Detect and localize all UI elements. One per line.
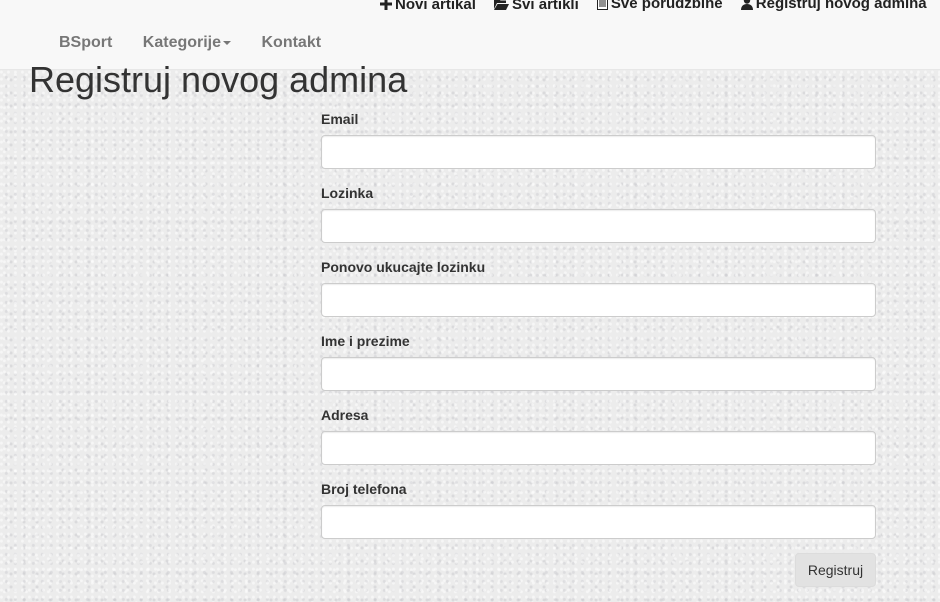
caret-down-icon [223,40,232,45]
register-admin-link[interactable]: Registruj novog admina [740,0,927,12]
all-orders-link[interactable]: Sve porudzbine [596,0,723,12]
plus-icon [380,0,392,10]
new-article-label: Novi artikal [395,0,476,13]
address-group: Adresa [321,407,876,466]
page-title: Registruj novog admina [29,59,408,100]
phone-label: Broj telefona [321,481,407,497]
all-articles-link[interactable]: Svi artikli [494,0,579,13]
categories-label: Kategorije [142,34,222,51]
all-articles-label: Svi artikli [512,0,579,13]
admin-links: Novi artikal Svi artikli Sve porudzbine … [380,0,940,14]
folder-open-icon [494,0,510,10]
categories-dropdown[interactable]: Kategorije [142,34,232,52]
contact-link[interactable]: Kontakt [261,34,321,52]
user-icon [740,0,753,10]
confirm-password-group: Ponovo ukucajte lozinku [321,259,876,318]
password-group: Lozinka [321,185,876,244]
address-label: Adresa [321,407,369,423]
confirm-password-label: Ponovo ukucajte lozinku [321,259,486,275]
full-name-label: Ime i prezime [321,333,410,349]
email-field[interactable] [321,135,876,169]
email-group: Email [321,111,876,170]
full-name-field[interactable] [321,357,876,391]
phone-field[interactable] [321,505,876,539]
email-label: Email [321,111,359,127]
main-nav: BSport Kategorije Kontakt [59,34,347,52]
register-button[interactable]: Registruj [795,553,876,587]
brand-link[interactable]: BSport [59,34,112,52]
register-admin-form: Email Lozinka Ponovo ukucajte lozinku Im… [321,111,876,555]
password-label: Lozinka [321,185,374,201]
phone-group: Broj telefona [321,481,876,540]
all-orders-label: Sve porudzbine [610,0,723,12]
confirm-password-field[interactable] [321,283,876,317]
address-field[interactable] [321,431,876,465]
list-document-icon [596,0,608,10]
new-article-link[interactable]: Novi artikal [380,0,476,13]
register-admin-label: Registruj novog admina [755,0,927,12]
password-field[interactable] [321,209,876,243]
full-name-group: Ime i prezime [321,333,876,392]
